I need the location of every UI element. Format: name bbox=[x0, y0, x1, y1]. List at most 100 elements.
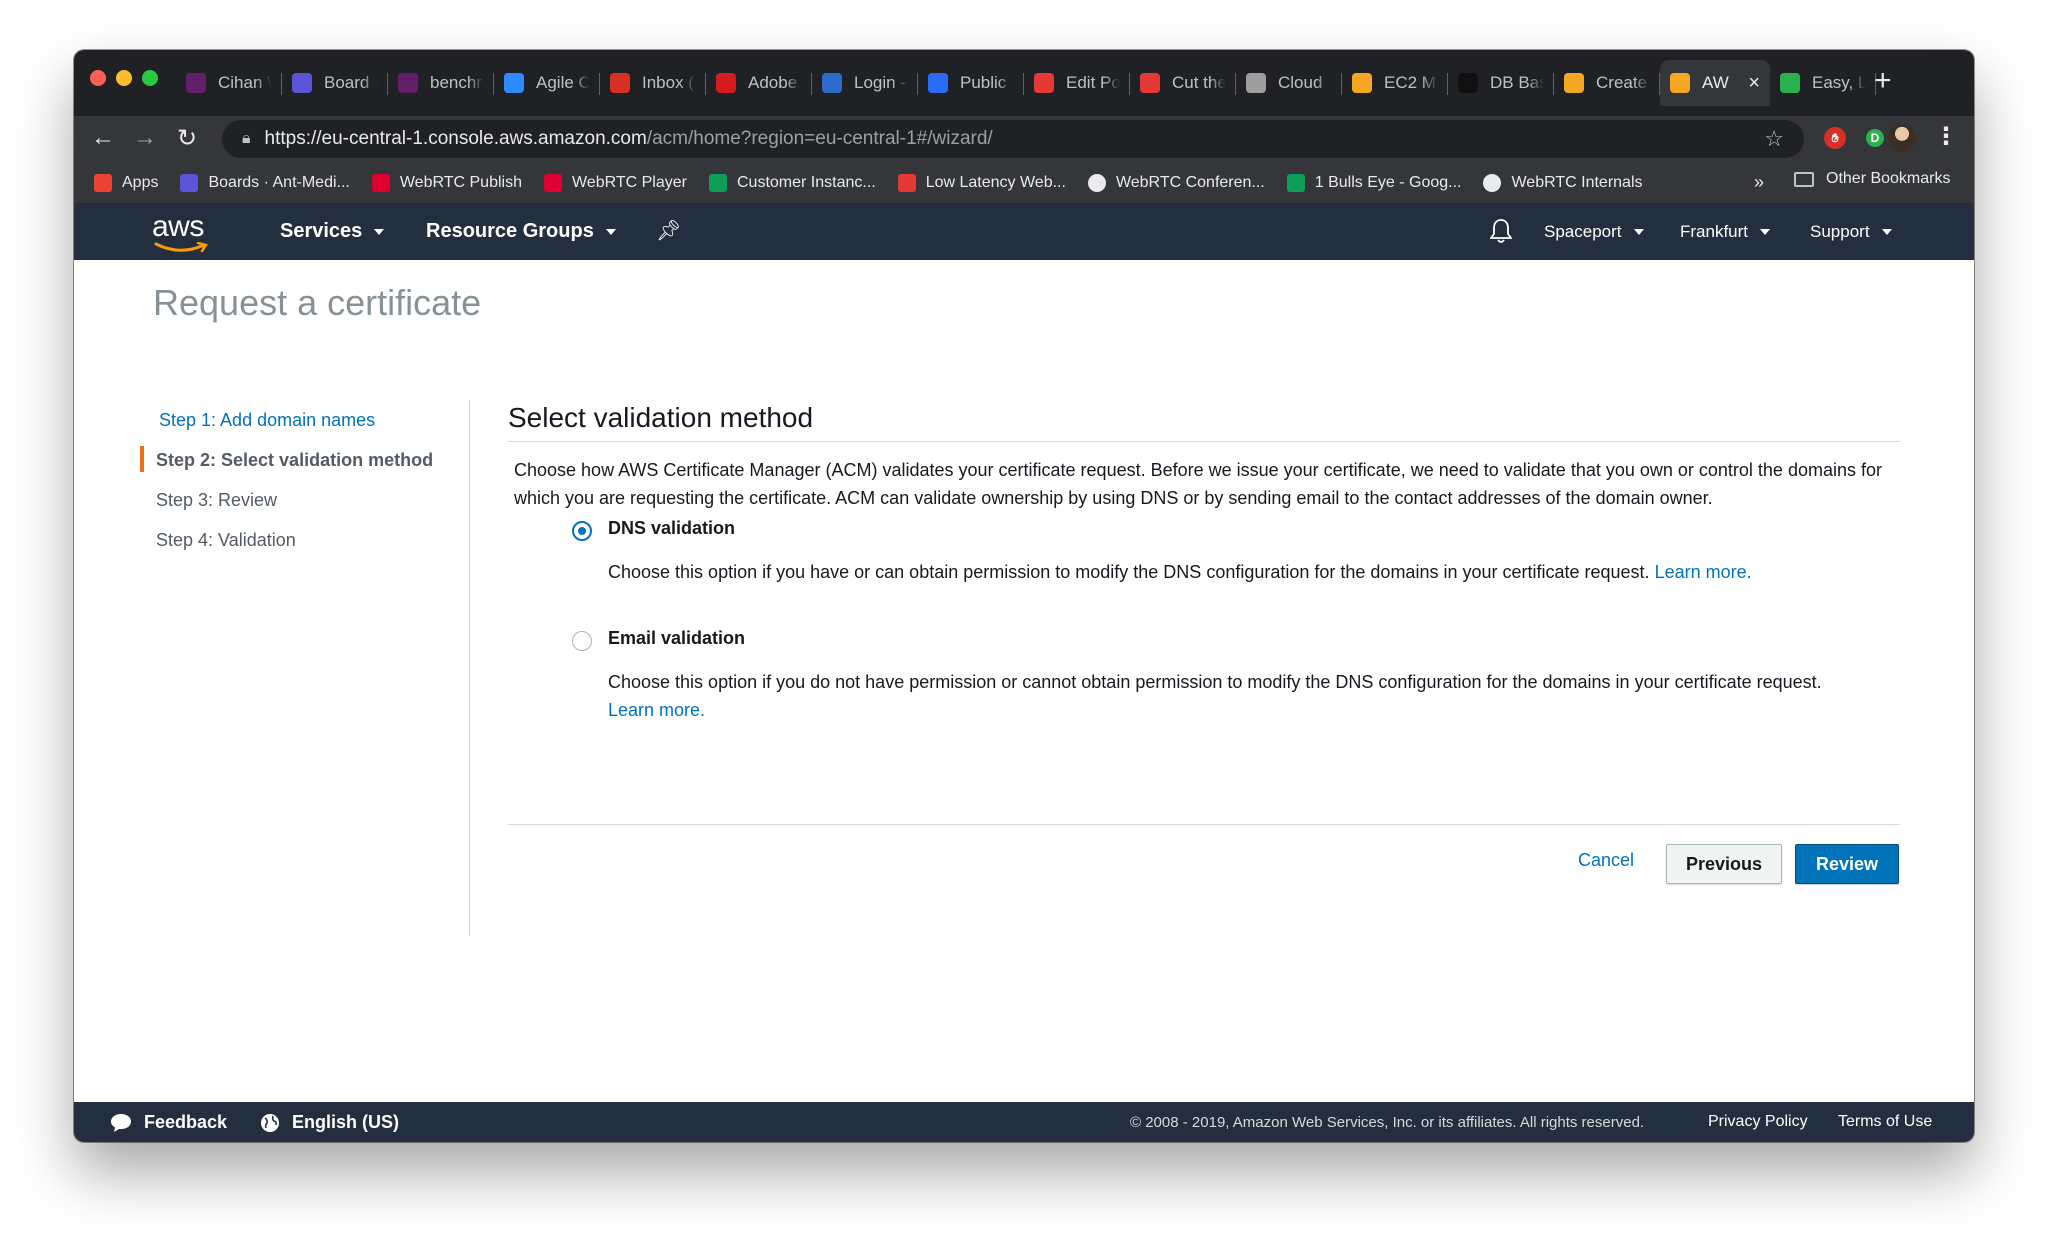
feedback-button[interactable]: Feedback bbox=[110, 1112, 227, 1133]
tab-title: Cut the bbox=[1172, 73, 1226, 92]
slack-icon bbox=[398, 73, 418, 93]
other-bookmarks[interactable]: Other Bookmarks bbox=[1794, 170, 1950, 188]
browser-tab[interactable]: Public bbox=[918, 60, 1024, 106]
browser-tab[interactable]: Cut the bbox=[1130, 60, 1236, 106]
tab-title: Agile C bbox=[536, 73, 590, 92]
lock-icon: 🔒︎ bbox=[242, 130, 251, 147]
account-menu[interactable]: Spaceport bbox=[1544, 222, 1644, 242]
wizard-steps: Step 1: Add domain names Step 2: Select … bbox=[140, 400, 460, 560]
close-window-button[interactable] bbox=[90, 70, 106, 86]
browser-tab[interactable]: AW × bbox=[1660, 60, 1770, 106]
resource-groups-menu[interactable]: Resource Groups bbox=[426, 220, 616, 243]
address-bar[interactable]: 🔒︎ https://eu-central-1.console.aws.amaz… bbox=[222, 120, 1804, 158]
angular-icon bbox=[371, 173, 390, 192]
reload-icon[interactable]: ↻ bbox=[172, 124, 202, 153]
tab-title: Login - bbox=[854, 73, 906, 92]
browser-tab[interactable]: Agile C bbox=[494, 60, 600, 106]
bookmark-item[interactable]: WebRTC Conferen... bbox=[1087, 173, 1265, 192]
globe-icon bbox=[1087, 173, 1106, 192]
bell-icon[interactable] bbox=[1490, 218, 1512, 244]
maximize-window-button[interactable] bbox=[142, 70, 158, 86]
dns-validation-description: Choose this option if you have or can ob… bbox=[608, 562, 1752, 582]
bookmark-item[interactable]: Customer Instanc... bbox=[708, 173, 876, 192]
back-icon[interactable]: ← bbox=[88, 124, 118, 152]
step-select-validation-method: Step 2: Select validation method bbox=[140, 440, 460, 480]
angular-icon bbox=[543, 173, 562, 192]
tab-title: benchr bbox=[430, 73, 482, 92]
new-tab-button[interactable]: + bbox=[1874, 64, 1892, 98]
chevron-down-icon bbox=[605, 228, 616, 235]
review-button[interactable]: Review bbox=[1795, 844, 1899, 884]
services-menu[interactable]: Services bbox=[280, 220, 385, 243]
tab-title: AW bbox=[1702, 73, 1729, 92]
tab-title: EC2 M bbox=[1384, 73, 1436, 92]
wave-icon bbox=[928, 73, 948, 93]
region-label: Frankfurt bbox=[1680, 222, 1749, 241]
extension-green-icon[interactable]: D bbox=[1866, 129, 1884, 147]
avatar[interactable] bbox=[1888, 124, 1916, 152]
bookmark-item[interactable]: WebRTC Internals bbox=[1483, 173, 1643, 192]
terms-of-use-link[interactable]: Terms of Use bbox=[1838, 1113, 1932, 1131]
region-menu[interactable]: Frankfurt bbox=[1680, 222, 1771, 242]
aws-smile-icon bbox=[154, 242, 209, 253]
bookmark-item[interactable]: WebRTC Player bbox=[543, 173, 687, 192]
bookmark-label: Low Latency Web... bbox=[925, 173, 1066, 191]
previous-button[interactable]: Previous bbox=[1666, 844, 1782, 884]
menu-kebab-icon[interactable]: ⋮ bbox=[1934, 122, 1958, 151]
browser-tab[interactable]: Edit Po bbox=[1024, 60, 1130, 106]
dns-validation-label[interactable]: DNS validation bbox=[608, 518, 735, 539]
folder-icon bbox=[1794, 171, 1814, 187]
forward-icon[interactable]: → bbox=[130, 124, 160, 152]
tab-title: Easy, L bbox=[1812, 73, 1866, 92]
browser-tab[interactable]: benchr bbox=[388, 60, 494, 106]
email-validation-radio[interactable] bbox=[572, 631, 592, 651]
email-learn-more-link[interactable]: Learn more. bbox=[608, 700, 705, 720]
support-menu[interactable]: Support bbox=[1810, 222, 1892, 242]
language-selector[interactable]: English (US) bbox=[260, 1112, 399, 1133]
minimize-window-button[interactable] bbox=[116, 70, 132, 86]
browser-tab[interactable]: EC2 M bbox=[1342, 60, 1448, 106]
sheets-icon bbox=[1286, 173, 1305, 192]
chevron-down-icon bbox=[1760, 229, 1771, 235]
aws-console-header: aws Services Resource Groups 📌︎ Spacepor… bbox=[74, 204, 1974, 260]
pin-icon[interactable]: 📌︎ bbox=[656, 218, 681, 243]
bookmark-item[interactable]: Low Latency Web... bbox=[897, 173, 1066, 192]
copyright-text: © 2008 - 2019, Amazon Web Services, Inc.… bbox=[1130, 1114, 1645, 1131]
actions-divider bbox=[508, 824, 1900, 825]
globe-icon bbox=[261, 1113, 279, 1132]
browser-tab[interactable]: Board · bbox=[282, 60, 388, 106]
bookmark-item[interactable]: 1 Bulls Eye - Goog... bbox=[1286, 173, 1461, 192]
cloud-icon bbox=[504, 73, 524, 93]
url-text: https://eu-central-1.console.aws.amazon.… bbox=[264, 128, 993, 149]
bookmark-item[interactable]: WebRTC Publish bbox=[371, 173, 522, 192]
bookmark-label: WebRTC Internals bbox=[1511, 173, 1643, 191]
browser-tab[interactable]: Inbox ( bbox=[600, 60, 706, 106]
dns-learn-more-link[interactable]: Learn more. bbox=[1655, 562, 1752, 582]
dns-validation-radio[interactable] bbox=[572, 521, 592, 541]
email-validation-label[interactable]: Email validation bbox=[608, 628, 745, 649]
browser-tab[interactable]: DB Bas bbox=[1448, 60, 1554, 106]
privacy-policy-link[interactable]: Privacy Policy bbox=[1708, 1113, 1808, 1131]
bookmark-item[interactable]: Apps bbox=[94, 173, 158, 192]
cancel-button[interactable]: Cancel bbox=[1578, 850, 1634, 871]
browser-tab[interactable]: Easy, L bbox=[1770, 60, 1876, 106]
section-divider bbox=[508, 441, 1900, 442]
bookmark-item[interactable]: Boards · Ant-Medi... bbox=[180, 173, 350, 192]
browser-tab[interactable]: Cloud bbox=[1236, 60, 1342, 106]
services-label: Services bbox=[280, 220, 363, 242]
red5-icon bbox=[1140, 73, 1160, 93]
globe-icon bbox=[822, 73, 842, 93]
extension-adblock-icon[interactable]: ✋︎ bbox=[1824, 127, 1846, 149]
browser-tab[interactable]: Create bbox=[1554, 60, 1660, 106]
browser-tab[interactable]: Login - bbox=[812, 60, 918, 106]
browser-tab[interactable]: Cihan \ bbox=[176, 60, 282, 106]
section-title: Select validation method bbox=[508, 402, 814, 433]
bookmark-label: WebRTC Conferen... bbox=[1115, 173, 1265, 191]
bookmark-star-icon[interactable]: ☆ bbox=[1764, 126, 1784, 152]
aws-logo[interactable]: aws bbox=[152, 210, 204, 244]
browser-tab[interactable]: Adobe bbox=[706, 60, 812, 106]
close-tab-icon[interactable]: × bbox=[1748, 72, 1760, 95]
bookmarks-overflow-button[interactable]: » bbox=[1754, 172, 1764, 193]
language-label: English (US) bbox=[292, 1112, 399, 1132]
step-add-domain-names[interactable]: Step 1: Add domain names bbox=[140, 400, 460, 440]
